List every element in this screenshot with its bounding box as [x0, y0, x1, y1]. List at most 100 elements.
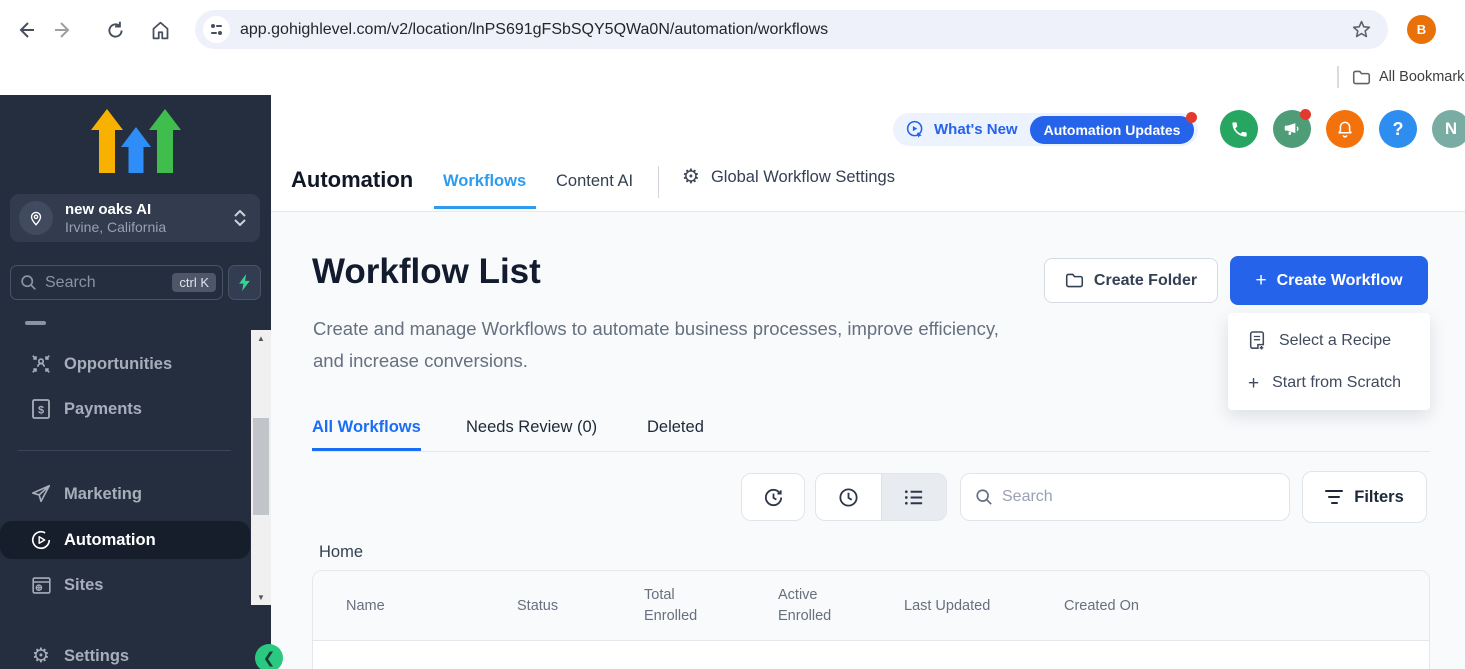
- main-header: What's New Automation Updates ? N Automa…: [271, 95, 1465, 212]
- whats-new-button[interactable]: What's New Automation Updates: [893, 113, 1198, 146]
- search-icon: [975, 488, 993, 506]
- notifications-button[interactable]: [1326, 110, 1364, 148]
- megaphone-icon: [1282, 119, 1302, 139]
- menu-item-start-from-scratch[interactable]: + Start from Scratch: [1228, 362, 1430, 404]
- workflow-search: [960, 473, 1290, 521]
- user-avatar[interactable]: N: [1432, 110, 1465, 148]
- sidebar-item-label: Sites: [64, 576, 103, 595]
- avatar-initial: N: [1445, 119, 1457, 139]
- browser-profile-avatar[interactable]: B: [1407, 15, 1436, 44]
- tab-all-workflows[interactable]: All Workflows: [312, 418, 421, 437]
- location-pin-icon: [19, 201, 53, 235]
- workflow-search-input[interactable]: [1002, 488, 1289, 506]
- phone-button[interactable]: [1220, 110, 1258, 148]
- tab-needs-review[interactable]: Needs Review (0): [466, 418, 597, 437]
- help-button[interactable]: ?: [1379, 110, 1417, 148]
- automation-updates-label: Automation Updates: [1044, 122, 1181, 138]
- svg-text:$: $: [38, 405, 44, 417]
- sidebar-item-label: Payments: [64, 400, 142, 419]
- whats-new-icon: [905, 119, 926, 140]
- search-shortcut-badge: ctrl K: [172, 273, 216, 292]
- forward-icon[interactable]: [47, 14, 79, 46]
- list-view-button[interactable]: [881, 474, 947, 520]
- location-switcher[interactable]: new oaks AI Irvine, California: [10, 194, 260, 242]
- tab-workflows[interactable]: Workflows: [443, 172, 526, 191]
- menu-item-label: Start from Scratch: [1272, 374, 1401, 392]
- sidebar-collapse-button[interactable]: ❮: [255, 644, 283, 669]
- table-body: [313, 641, 1429, 669]
- scrollbar-down-arrow[interactable]: ▼: [251, 589, 271, 605]
- search-icon: [20, 274, 37, 291]
- plus-icon: +: [1255, 270, 1266, 292]
- column-header-created-on[interactable]: Created On: [1064, 571, 1139, 641]
- sidebar-divider: [18, 450, 231, 451]
- question-mark-icon: ?: [1393, 119, 1404, 140]
- location-switch-chevrons-icon: [234, 210, 246, 226]
- tabs-divider: [658, 166, 659, 198]
- bookmarks-divider: [1337, 66, 1339, 88]
- history-clock-icon: [762, 486, 785, 509]
- lightning-icon: [238, 274, 251, 291]
- bookmark-star-icon[interactable]: [1351, 19, 1372, 40]
- location-name: new oaks AI: [65, 201, 234, 218]
- filters-label: Filters: [1354, 488, 1404, 507]
- filter-icon: [1325, 490, 1343, 504]
- page-title: Workflow List: [312, 252, 541, 292]
- site-settings-icon[interactable]: [203, 16, 230, 43]
- sidebar-item-marketing[interactable]: Marketing: [0, 475, 250, 513]
- sidebar-search-placeholder: Search: [45, 274, 172, 292]
- sidebar-item-automation[interactable]: Automation: [0, 521, 250, 559]
- back-icon[interactable]: [10, 14, 42, 46]
- sidebar-item-label: Opportunities: [64, 355, 172, 374]
- scrollbar-up-arrow[interactable]: ▲: [251, 330, 271, 346]
- url-text[interactable]: app.gohighlevel.com/v2/location/lnPS691g…: [240, 21, 1351, 39]
- tab-deleted[interactable]: Deleted: [647, 418, 704, 437]
- column-header-name[interactable]: Name: [346, 571, 385, 641]
- create-workflow-button[interactable]: + Create Workflow: [1230, 256, 1428, 305]
- gear-icon: ⚙: [682, 167, 700, 187]
- sidebar-scrollbar[interactable]: ▲ ▼: [251, 330, 271, 605]
- scrollbar-thumb[interactable]: [253, 418, 269, 515]
- whats-new-label: What's New: [934, 121, 1018, 138]
- clock-icon: [837, 486, 860, 509]
- breadcrumb-home[interactable]: Home: [319, 543, 363, 562]
- sidebar-item-opportunities[interactable]: Opportunities: [0, 345, 250, 383]
- location-subtitle: Irvine, California: [65, 219, 234, 235]
- home-icon[interactable]: [144, 14, 176, 46]
- menu-item-select-a-recipe[interactable]: Select a Recipe: [1228, 320, 1430, 362]
- reload-icon[interactable]: [99, 14, 131, 46]
- folder-icon: [1065, 272, 1084, 289]
- tab-content-ai[interactable]: Content AI: [556, 172, 633, 191]
- announcements-button[interactable]: [1273, 110, 1311, 148]
- notification-dot: [1300, 109, 1311, 120]
- sidebar-item-payments[interactable]: $ Payments: [0, 390, 250, 428]
- list-icon: [902, 486, 925, 509]
- recent-view-button[interactable]: [816, 474, 881, 520]
- sidebar-search-input[interactable]: Search ctrl K: [10, 265, 223, 300]
- global-workflow-settings-button[interactable]: ⚙ Global Workflow Settings: [682, 167, 895, 187]
- column-header-total-enrolled[interactable]: Total Enrolled: [644, 571, 710, 641]
- quick-actions-button[interactable]: [228, 265, 261, 300]
- column-header-active-enrolled[interactable]: Active Enrolled: [778, 571, 844, 641]
- scrolled-item-remnant: [25, 321, 46, 325]
- bookmarks-bar: All Bookmark: [0, 60, 1465, 95]
- all-bookmarks-button[interactable]: All Bookmark: [1352, 65, 1465, 89]
- payments-icon: $: [29, 398, 53, 420]
- global-workflow-settings-label: Global Workflow Settings: [711, 168, 895, 187]
- chevron-left-icon: ❮: [263, 651, 276, 666]
- column-header-last-updated[interactable]: Last Updated: [904, 571, 990, 641]
- sidebar-item-settings[interactable]: ⚙ Settings: [0, 637, 250, 669]
- workflow-list-page: Workflow List Create and manage Workflow…: [271, 212, 1465, 669]
- table-header-row: Name Status Total Enrolled Active Enroll…: [313, 571, 1429, 641]
- sidebar-item-sites[interactable]: Sites: [0, 566, 250, 604]
- address-bar[interactable]: app.gohighlevel.com/v2/location/lnPS691g…: [195, 10, 1388, 49]
- execution-logs-button[interactable]: [741, 473, 805, 521]
- create-folder-button[interactable]: Create Folder: [1044, 258, 1218, 303]
- create-folder-label: Create Folder: [1094, 272, 1197, 290]
- automation-updates-badge[interactable]: Automation Updates: [1030, 116, 1195, 144]
- create-workflow-menu: Select a Recipe + Start from Scratch: [1228, 313, 1430, 410]
- all-bookmarks-label: All Bookmark: [1379, 69, 1464, 85]
- filters-button[interactable]: Filters: [1302, 471, 1427, 523]
- column-header-status[interactable]: Status: [517, 571, 558, 641]
- opportunities-icon: [29, 353, 53, 375]
